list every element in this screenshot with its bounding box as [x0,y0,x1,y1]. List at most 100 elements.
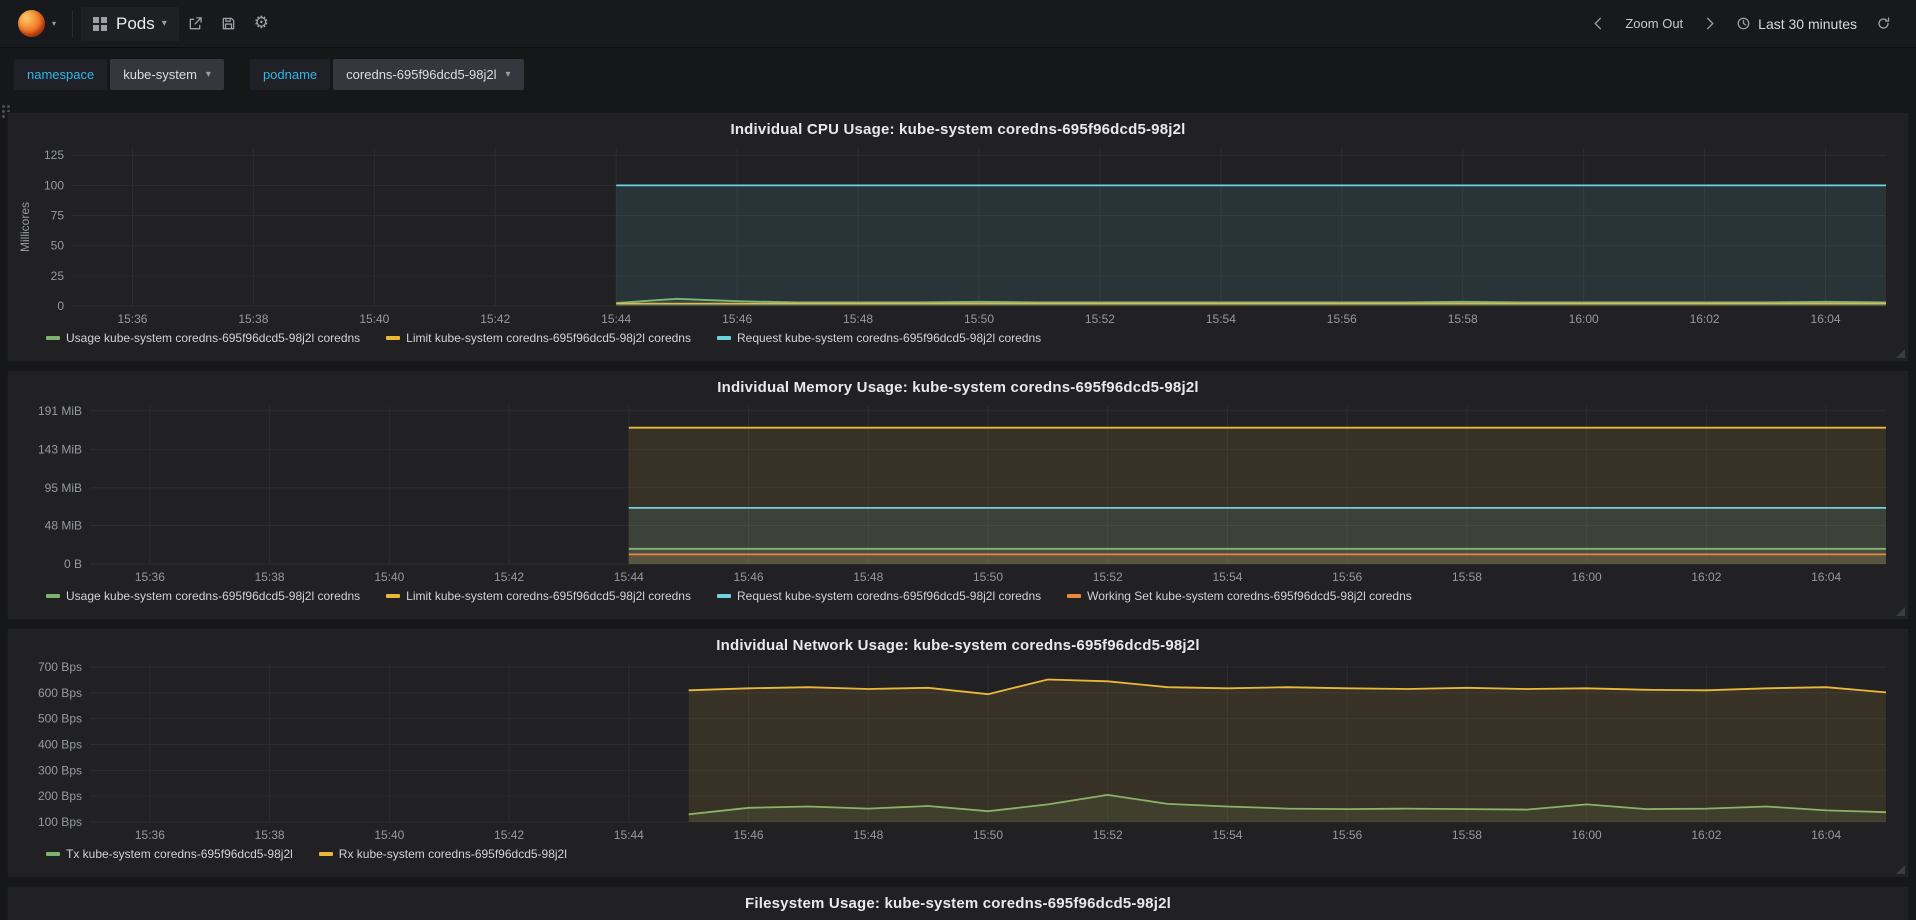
legend-item-usage[interactable]: Usage kube-system coredns-695f96dcd5-98j… [46,589,360,603]
svg-text:700 Bps: 700 Bps [38,660,82,674]
svg-text:400 Bps: 400 Bps [38,738,82,752]
zoom-out-button[interactable]: Zoom Out [1617,10,1691,37]
svg-text:15:46: 15:46 [722,312,752,326]
legend-item-working-set[interactable]: Working Set kube-system coredns-695f96dc… [1067,589,1412,603]
svg-text:15:38: 15:38 [255,570,285,584]
share-button[interactable] [179,10,212,37]
svg-text:15:48: 15:48 [843,312,873,326]
cpu-usage-chart[interactable]: 15:36 15:38 15:40 15:42 15:44 15:46 15:48 15:50… [16,140,1900,330]
svg-text:15:42: 15:42 [494,570,524,584]
variable-namespace: namespace kube-system ▾ [14,59,224,90]
legend-series-label: Rx kube-system coredns-695f96dcd5-98j2l [338,847,567,861]
legend-series-label: Working Set kube-system coredns-695f96dc… [1087,589,1412,603]
svg-text:191 MiB: 191 MiB [38,404,82,418]
svg-text:16:04: 16:04 [1811,312,1841,326]
chevron-right-icon [1707,17,1714,30]
zoom-out-label: Zoom Out [1625,16,1684,31]
svg-text:15:44: 15:44 [601,312,631,326]
time-range-label: Last 30 minutes [1758,15,1857,32]
time-shift-back-button[interactable] [1582,10,1615,37]
legend-item-limit[interactable]: Limit kube-system coredns-695f96dcd5-98j… [386,589,691,603]
variable-value-text: coredns-695f96dcd5-98j2l [346,67,497,82]
divider [72,10,74,37]
svg-text:50: 50 [51,239,65,253]
svg-text:125: 125 [44,148,64,162]
svg-text:Millicores: Millicores [18,202,32,252]
panel-title[interactable]: Individual CPU Usage: kube-system coredn… [16,115,1900,140]
svg-text:300 Bps: 300 Bps [38,763,82,777]
svg-text:0: 0 [57,299,64,313]
cpu-chart-legend: Usage kube-system coredns-695f96dcd5-98j… [16,330,1900,345]
panel-title[interactable]: Individual Memory Usage: kube-system cor… [16,373,1900,398]
caret-down-icon: ▾ [161,18,167,29]
legend-series-label: Tx kube-system coredns-695f96dcd5-98j2l [66,847,293,861]
legend-item-rx[interactable]: Rx kube-system coredns-695f96dcd5-98j2l [318,847,567,861]
svg-text:500 Bps: 500 Bps [38,712,82,726]
time-range-picker[interactable]: Last 30 minutes [1728,10,1865,38]
svg-text:15:54: 15:54 [1206,312,1236,326]
legend-item-usage[interactable]: Usage kube-system coredns-695f96dcd5-98j… [46,331,360,345]
svg-text:75: 75 [51,209,65,223]
legend-series-label: Request kube-system coredns-695f96dcd5-9… [736,589,1042,603]
time-shift-forward-button[interactable] [1693,10,1726,37]
settings-button[interactable]: ⚙ [245,9,278,38]
svg-text:100 Bps: 100 Bps [38,815,82,829]
variable-label-namespace: namespace [14,59,108,90]
variable-label-podname: podname [249,59,331,90]
svg-text:15:48: 15:48 [853,828,883,842]
panel-resize-handle[interactable] [1896,607,1905,616]
navbar-right: Zoom Out Last 30 minutes [1580,10,1900,38]
svg-text:15:52: 15:52 [1085,312,1115,326]
svg-text:15:52: 15:52 [1093,828,1123,842]
save-button[interactable] [212,10,245,37]
panel-memory-usage: Individual Memory Usage: kube-system cor… [8,371,1908,619]
svg-text:15:50: 15:50 [973,570,1003,584]
legend-item-request[interactable]: Request kube-system coredns-695f96dcd5-9… [716,589,1042,603]
variable-value-namespace[interactable]: kube-system ▾ [110,59,224,90]
svg-text:15:58: 15:58 [1452,570,1482,584]
variable-value-text: kube-system [123,67,197,82]
svg-text:16:04: 16:04 [1811,828,1841,842]
svg-text:15:38: 15:38 [255,828,285,842]
variable-value-podname[interactable]: coredns-695f96dcd5-98j2l ▾ [333,59,524,90]
panel-title[interactable]: Filesystem Usage: kube-system coredns-69… [16,889,1900,914]
svg-text:15:46: 15:46 [734,570,764,584]
panel-cpu-usage: Individual CPU Usage: kube-system coredn… [8,113,1908,361]
legend-series-label: Usage kube-system coredns-695f96dcd5-98j… [66,589,361,603]
svg-text:16:02: 16:02 [1690,312,1720,326]
panel-resize-handle[interactable] [1896,865,1905,874]
svg-text:16:02: 16:02 [1691,570,1721,584]
svg-text:143 MiB: 143 MiB [38,442,82,456]
legend-series-marker [386,594,401,598]
legend-item-limit[interactable]: Limit kube-system coredns-695f96dcd5-98j… [386,331,691,345]
dashboard-picker-button[interactable]: Pods ▾ [81,7,179,41]
svg-text:48 MiB: 48 MiB [45,519,82,533]
legend-item-request[interactable]: Request kube-system coredns-695f96dcd5-9… [716,331,1042,345]
svg-text:15:46: 15:46 [734,828,764,842]
legend-series-label: Usage kube-system coredns-695f96dcd5-98j… [66,331,361,345]
refresh-button[interactable] [1867,10,1900,37]
panel-network-usage: Individual Network Usage: kube-system co… [8,629,1908,877]
dashboard: Individual CPU Usage: kube-system coredn… [0,99,1916,920]
navbar-left: ▾ Pods ▾ ⚙ [10,4,278,43]
memory-usage-chart[interactable]: 15:36 15:38 15:40 15:42 15:44 15:46 15:48 15:50… [16,398,1900,588]
svg-text:15:36: 15:36 [135,828,165,842]
svg-text:15:40: 15:40 [374,570,404,584]
svg-text:0 B: 0 B [64,557,82,571]
caret-down-icon: ▾ [205,69,211,80]
legend-series-marker [46,852,60,856]
panel-title[interactable]: Individual Network Usage: kube-system co… [16,631,1900,656]
svg-text:15:50: 15:50 [964,312,994,326]
svg-text:15:48: 15:48 [853,570,883,584]
legend-item-tx[interactable]: Tx kube-system coredns-695f96dcd5-98j2l [46,847,293,861]
svg-text:16:00: 16:00 [1572,828,1602,842]
svg-text:15:44: 15:44 [614,570,644,584]
legend-series-label: Request kube-system coredns-695f96dcd5-9… [736,331,1042,345]
grafana-menu-button[interactable]: ▾ [10,4,64,43]
svg-text:15:42: 15:42 [494,828,524,842]
grafana-logo-icon [18,10,45,37]
network-usage-chart[interactable]: 15:36 15:38 15:40 15:42 15:44 15:46 15:48 15:50… [16,656,1900,846]
panel-resize-handle[interactable] [1896,349,1905,358]
legend-series-label: Limit kube-system coredns-695f96dcd5-98j… [406,589,691,603]
caret-down-icon: ▾ [505,69,511,80]
